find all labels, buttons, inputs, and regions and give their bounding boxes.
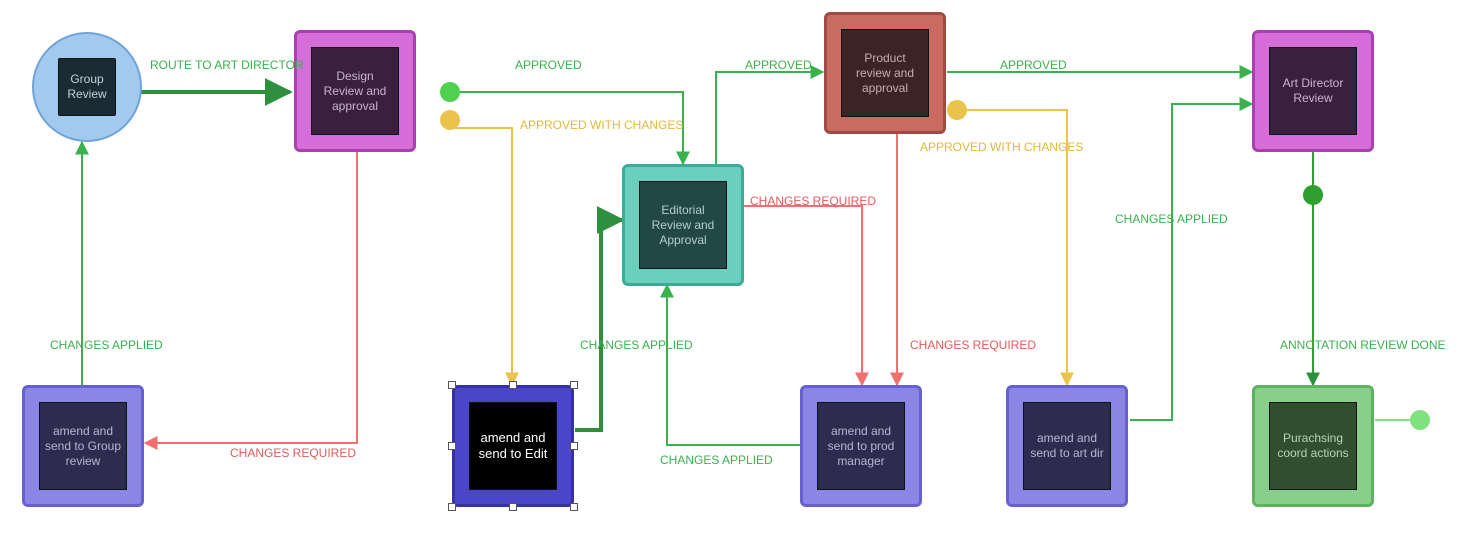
edge-approved-changes-2: [947, 110, 1067, 385]
selection-handle[interactable]: [448, 381, 456, 389]
selection-handle[interactable]: [448, 503, 456, 511]
edge-label: APPROVED WITH CHANGES: [920, 140, 1083, 154]
connector-dot-approved-changes-2: [947, 100, 967, 120]
edge-changes-applied-3: [667, 285, 800, 445]
edge-label: ROUTE TO ART DIRECTOR: [150, 58, 304, 72]
edge-label: CHANGES REQUIRED: [750, 194, 876, 208]
selection-handle[interactable]: [509, 503, 517, 511]
selection-handle[interactable]: [570, 442, 578, 450]
edge-label: CHANGES APPLIED: [50, 338, 163, 352]
connector-dot-end: [1410, 410, 1430, 430]
node-label: Product review and approval: [841, 29, 929, 117]
edge-changes-applied-2: [575, 220, 622, 430]
selection-handle[interactable]: [570, 381, 578, 389]
node-label: amend and send to art dir: [1023, 402, 1111, 490]
node-art-director-review[interactable]: Art Director Review: [1252, 30, 1374, 152]
edge-label: APPROVED: [1000, 58, 1067, 72]
selection-handle[interactable]: [570, 503, 578, 511]
edge-label: CHANGES REQUIRED: [910, 338, 1036, 352]
edge-changes-required-1: [145, 152, 357, 443]
edge-changes-applied-4: [1130, 104, 1252, 420]
edge-label: APPROVED: [745, 58, 812, 72]
connector-dot-approved-1: [440, 82, 460, 102]
edge-label: APPROVED: [515, 58, 582, 72]
edge-approved-changes-1: [455, 128, 512, 385]
edge-changes-required-2: [744, 206, 862, 385]
edge-label: CHANGES REQUIRED: [230, 446, 356, 460]
node-amend-group[interactable]: amend and send to Group review: [22, 385, 144, 507]
edge-approved-2: [716, 72, 823, 164]
edge-label: CHANGES APPLIED: [1115, 212, 1228, 226]
node-group-review[interactable]: Group Review: [32, 32, 142, 142]
node-amend-art[interactable]: amend and send to art dir: [1006, 385, 1128, 507]
node-label: Art Director Review: [1269, 47, 1357, 135]
node-label: amend and send to prod manager: [817, 402, 905, 490]
edge-label: CHANGES APPLIED: [660, 453, 773, 467]
node-product-review[interactable]: Product review and approval: [824, 12, 946, 134]
node-label: Group Review: [58, 58, 116, 116]
edge-label: APPROVED WITH CHANGES: [520, 118, 683, 132]
edge-label: CHANGES APPLIED: [580, 338, 693, 352]
node-label: Editorial Review and Approval: [639, 181, 727, 269]
connector-dot-annotation: [1303, 185, 1323, 205]
node-label: amend and send to Edit: [469, 402, 557, 490]
edge-label: ANNOTATION REVIEW DONE: [1280, 338, 1446, 352]
node-label: Design Review and approval: [311, 47, 399, 135]
node-label: amend and send to Group review: [39, 402, 127, 490]
node-design-review[interactable]: Design Review and approval: [294, 30, 416, 152]
selection-handle[interactable]: [509, 381, 517, 389]
node-amend-prod[interactable]: amend and send to prod manager: [800, 385, 922, 507]
node-label: Purachsing coord actions: [1269, 402, 1357, 490]
connector-dot-approved-changes-1: [440, 110, 460, 130]
edge-approved-1: [460, 92, 683, 164]
node-editorial-review[interactable]: Editorial Review and Approval: [622, 164, 744, 286]
node-purchasing[interactable]: Purachsing coord actions: [1252, 385, 1374, 507]
selection-handle[interactable]: [448, 442, 456, 450]
node-amend-edit[interactable]: amend and send to Edit: [452, 385, 574, 507]
